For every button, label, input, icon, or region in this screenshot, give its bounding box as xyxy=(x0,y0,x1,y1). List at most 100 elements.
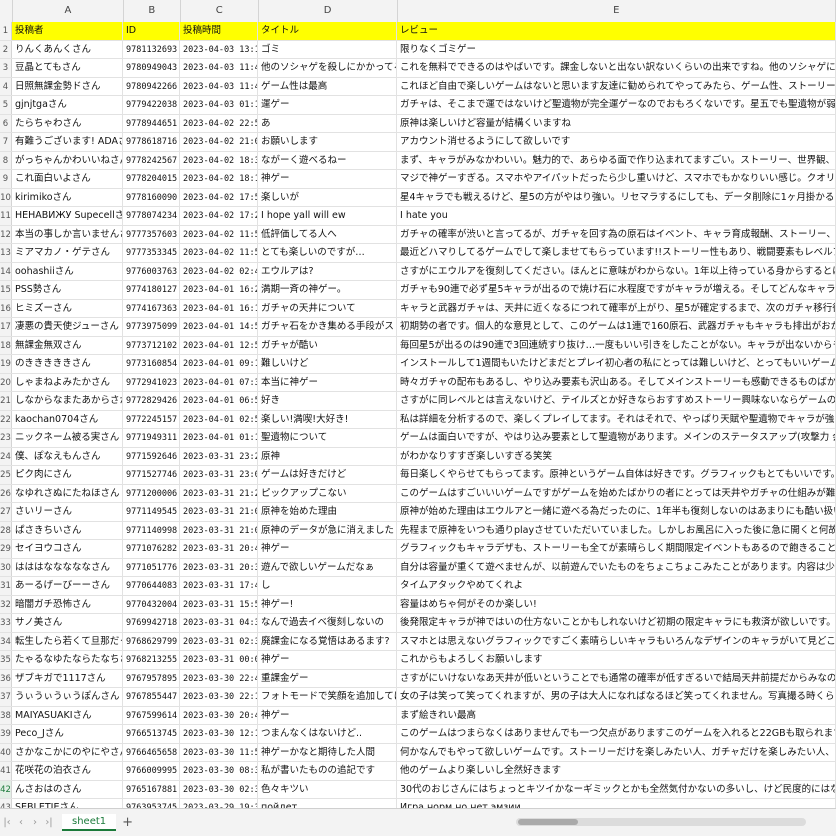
id-cell[interactable]: 9771140998 xyxy=(123,521,180,539)
id-cell[interactable]: 9772245157 xyxy=(123,410,180,428)
title-cell[interactable]: 聖遺物について xyxy=(258,429,397,447)
review-cell[interactable]: 毎回星5が出るのは90連で3回連続すり抜け…一度もいい引きをしたことがない。キャ… xyxy=(397,336,836,354)
row-number[interactable]: 37 xyxy=(0,688,12,706)
row-number[interactable]: 16 xyxy=(0,299,12,317)
row-number[interactable]: 24 xyxy=(0,447,12,465)
review-cell[interactable]: 星4キャラでも戦えるけど、星5の方がやはり強い。リセマラするにしても、データ削除… xyxy=(397,188,836,206)
title-cell[interactable]: とても楽しいのですが… xyxy=(258,244,397,262)
header-cell-time[interactable]: 投稿時間 xyxy=(180,22,258,40)
header-cell-id[interactable]: ID xyxy=(123,22,180,40)
title-cell[interactable]: し xyxy=(258,577,397,595)
column-header-d[interactable]: D xyxy=(259,0,398,22)
poster-cell[interactable]: 豆晶とてもさん xyxy=(12,59,123,77)
poster-cell[interactable]: サノ美さん xyxy=(12,614,123,632)
time-cell[interactable]: 2023-03-31 23:08 xyxy=(180,466,258,484)
row-number[interactable]: 39 xyxy=(0,725,12,743)
id-cell[interactable]: 9771527746 xyxy=(123,466,180,484)
prev-sheet-icon[interactable]: ‹ xyxy=(14,817,28,828)
time-cell[interactable]: 2023-03-31 02:32 xyxy=(180,632,258,650)
title-cell[interactable]: 原神 xyxy=(258,447,397,465)
id-cell[interactable]: 9781132693 xyxy=(123,40,180,58)
poster-cell[interactable]: たらちゃわさん xyxy=(12,114,123,132)
horizontal-scrollbar[interactable] xyxy=(516,818,806,826)
time-cell[interactable]: 2023-04-02 21:03 xyxy=(180,133,258,151)
column-header-c[interactable]: C xyxy=(181,0,259,22)
time-cell[interactable]: 2023-03-30 22:14 xyxy=(180,688,258,706)
poster-cell[interactable]: のきききききさん xyxy=(12,355,123,373)
review-cell[interactable]: これを無料でできるのはやばいです。課金しないと出ない訳ないくらいの出来ですね。他… xyxy=(397,59,836,77)
row-number[interactable]: 12 xyxy=(0,225,12,243)
row-number[interactable]: 7 xyxy=(0,133,12,151)
title-cell[interactable]: 遊んで欲しいゲームだなぁ xyxy=(258,558,397,576)
time-cell[interactable]: 2023-03-31 21:26 xyxy=(180,484,258,502)
time-cell[interactable]: 2023-04-01 07:39 xyxy=(180,373,258,391)
review-cell[interactable]: さすがにエウルアを復刻してください。ほんとに意味がわからない。1年以上待っている… xyxy=(397,262,836,280)
time-cell[interactable]: 2023-03-30 02:34 xyxy=(180,780,258,798)
title-cell[interactable]: ガチャの天井について xyxy=(258,299,397,317)
review-cell[interactable]: 最近どハマりしてるゲームでして楽しませてもらっています!!ストーリー性もあり、戦… xyxy=(397,244,836,262)
title-cell[interactable]: ピックアップこない xyxy=(258,484,397,502)
time-cell[interactable]: 2023-03-31 15:58 xyxy=(180,595,258,613)
review-cell[interactable]: 何かなんでもやって欲しいゲームです。ストーリーだけを楽しみたい人、ガチャだけを楽… xyxy=(397,743,836,761)
row-number[interactable]: 21 xyxy=(0,392,12,410)
poster-cell[interactable]: kirimikoさん xyxy=(12,188,123,206)
poster-cell[interactable]: なゆれさぬにたねほさん xyxy=(12,484,123,502)
time-cell[interactable]: 2023-04-01 16:19 xyxy=(180,299,258,317)
review-cell[interactable]: ガチャも90連で必ず星5キャラが出るので焼け石に水程度ですがキャラが増える。そし… xyxy=(397,281,836,299)
id-cell[interactable]: 9778618716 xyxy=(123,133,180,151)
title-cell[interactable]: 原神を始めた理由 xyxy=(258,503,397,521)
review-cell[interactable]: 自分は容量が重くて遊べませんが、以前遊んでいたものをちょこちょこみたことがありま… xyxy=(397,558,836,576)
title-cell[interactable]: なんで過去イベ復刻しないの xyxy=(258,614,397,632)
id-cell[interactable]: 9772941023 xyxy=(123,373,180,391)
id-cell[interactable]: 9771076282 xyxy=(123,540,180,558)
row-number[interactable]: 36 xyxy=(0,669,12,687)
review-cell[interactable]: スマホとは思えないグラフィックですごく素晴らしいキャラもいろんなデザインのキャラ… xyxy=(397,632,836,650)
time-cell[interactable]: 2023-03-31 21:09 xyxy=(180,503,258,521)
id-cell[interactable]: 9770432004 xyxy=(123,595,180,613)
time-cell[interactable]: 2023-04-01 14:52 xyxy=(180,318,258,336)
time-cell[interactable]: 2023-03-31 04:35 xyxy=(180,614,258,632)
row-number[interactable]: 38 xyxy=(0,706,12,724)
poster-cell[interactable]: ザブキガで1117さん xyxy=(12,669,123,687)
title-cell[interactable]: ゲーム性は最高 xyxy=(258,77,397,95)
review-cell[interactable]: 先程まで原神をいつも通りplayさせていただいていました。しかしお風呂に入った後… xyxy=(397,521,836,539)
title-cell[interactable]: 色々キツい xyxy=(258,780,397,798)
id-cell[interactable]: 9780949043 xyxy=(123,59,180,77)
review-cell[interactable]: タイムアタックやめてくれよ xyxy=(397,577,836,595)
review-cell[interactable]: 原神は楽しいけど容量が結構くいますね xyxy=(397,114,836,132)
time-cell[interactable]: 2023-03-31 23:27 xyxy=(180,447,258,465)
review-cell[interactable]: グラフィックもキャラデザも、ストーリーも全てが素晴らしく期間限定イベントもあるの… xyxy=(397,540,836,558)
id-cell[interactable]: 9766513745 xyxy=(123,725,180,743)
scrollbar-thumb[interactable] xyxy=(518,819,578,825)
poster-cell[interactable]: gjnjtgaさん xyxy=(12,96,123,114)
time-cell[interactable]: 2023-04-03 11:44 xyxy=(180,77,258,95)
poster-cell[interactable]: 無課金無双さん xyxy=(12,336,123,354)
time-cell[interactable]: 2023-04-01 16:24 xyxy=(180,281,258,299)
id-cell[interactable]: 9767855447 xyxy=(123,688,180,706)
id-cell[interactable]: 9780942266 xyxy=(123,77,180,95)
poster-cell[interactable]: うぃうぃうぃうぽんさん xyxy=(12,688,123,706)
id-cell[interactable]: 9766465658 xyxy=(123,743,180,761)
time-cell[interactable]: 2023-04-01 12:52 xyxy=(180,336,258,354)
title-cell[interactable]: 難しいけど xyxy=(258,355,397,373)
row-number[interactable]: 20 xyxy=(0,373,12,391)
time-cell[interactable]: 2023-03-31 17:44 xyxy=(180,577,258,595)
row-number[interactable]: 34 xyxy=(0,632,12,650)
poster-cell[interactable]: 僕、ぽなえもんさん xyxy=(12,447,123,465)
id-cell[interactable]: 9774167363 xyxy=(123,299,180,317)
row-number[interactable]: 29 xyxy=(0,540,12,558)
time-cell[interactable]: 2023-03-30 22:47 xyxy=(180,669,258,687)
id-cell[interactable]: 9778074234 xyxy=(123,207,180,225)
row-number[interactable]: 2 xyxy=(0,40,12,58)
time-cell[interactable]: 2023-04-02 02:45 xyxy=(180,262,258,280)
title-cell[interactable]: 神ゲー xyxy=(258,651,397,669)
time-cell[interactable]: 2023-04-03 01:17 xyxy=(180,96,258,114)
poster-cell[interactable]: ぱさきちいさん xyxy=(12,521,123,539)
time-cell[interactable]: 2023-04-03 11:47 xyxy=(180,59,258,77)
id-cell[interactable]: 9765167881 xyxy=(123,780,180,798)
poster-cell[interactable]: Peco_Jさん xyxy=(12,725,123,743)
id-cell[interactable]: 9773712102 xyxy=(123,336,180,354)
id-cell[interactable]: 9776003763 xyxy=(123,262,180,280)
title-cell[interactable]: 神ゲー xyxy=(258,540,397,558)
poster-cell[interactable]: セイヨウコさん xyxy=(12,540,123,558)
